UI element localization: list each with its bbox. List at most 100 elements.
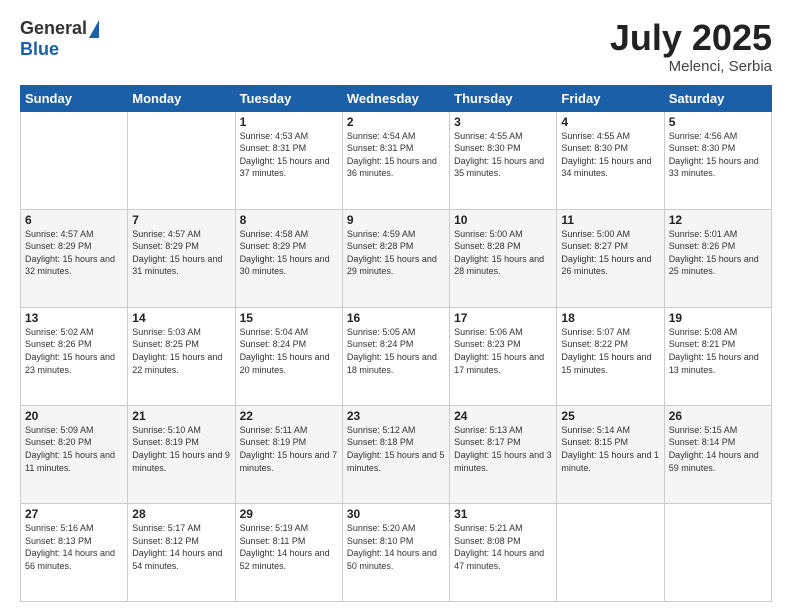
col-thursday: Thursday (450, 85, 557, 111)
table-row: 6 Sunrise: 4:57 AMSunset: 8:29 PMDaylight… (21, 209, 128, 307)
table-row: 13 Sunrise: 5:02 AMSunset: 8:26 PMDayligh… (21, 307, 128, 405)
day-info: Sunrise: 5:12 AMSunset: 8:18 PMDaylight:… (347, 425, 445, 473)
day-number: 13 (25, 311, 123, 325)
day-number: 14 (132, 311, 230, 325)
day-info: Sunrise: 4:53 AMSunset: 8:31 PMDaylight:… (240, 131, 330, 179)
table-row (128, 111, 235, 209)
logo-blue: Blue (20, 39, 59, 60)
table-row: 10 Sunrise: 5:00 AMSunset: 8:28 PMDayligh… (450, 209, 557, 307)
day-number: 31 (454, 507, 552, 521)
table-row: 5 Sunrise: 4:56 AMSunset: 8:30 PMDaylight… (664, 111, 771, 209)
day-number: 20 (25, 409, 123, 423)
day-number: 16 (347, 311, 445, 325)
calendar: Sunday Monday Tuesday Wednesday Thursday… (20, 85, 772, 602)
header: General Blue July 2025 Melenci, Serbia (20, 18, 772, 75)
table-row (664, 503, 771, 601)
day-info: Sunrise: 5:01 AMSunset: 8:26 PMDaylight:… (669, 229, 759, 277)
logo-general: General (20, 18, 87, 39)
day-number: 27 (25, 507, 123, 521)
table-row (557, 503, 664, 601)
day-number: 18 (561, 311, 659, 325)
table-row: 14 Sunrise: 5:03 AMSunset: 8:25 PMDayligh… (128, 307, 235, 405)
day-info: Sunrise: 5:20 AMSunset: 8:10 PMDaylight:… (347, 523, 437, 571)
table-row: 1 Sunrise: 4:53 AMSunset: 8:31 PMDaylight… (235, 111, 342, 209)
day-number: 26 (669, 409, 767, 423)
table-row: 30 Sunrise: 5:20 AMSunset: 8:10 PMDayligh… (342, 503, 449, 601)
day-info: Sunrise: 5:00 AMSunset: 8:28 PMDaylight:… (454, 229, 544, 277)
table-row: 23 Sunrise: 5:12 AMSunset: 8:18 PMDayligh… (342, 405, 449, 503)
day-number: 4 (561, 115, 659, 129)
day-number: 7 (132, 213, 230, 227)
table-row: 26 Sunrise: 5:15 AMSunset: 8:14 PMDayligh… (664, 405, 771, 503)
month-title: July 2025 (610, 18, 772, 58)
calendar-week-row: 27 Sunrise: 5:16 AMSunset: 8:13 PMDayligh… (21, 503, 772, 601)
day-number: 12 (669, 213, 767, 227)
day-info: Sunrise: 5:09 AMSunset: 8:20 PMDaylight:… (25, 425, 115, 473)
day-number: 1 (240, 115, 338, 129)
day-info: Sunrise: 5:13 AMSunset: 8:17 PMDaylight:… (454, 425, 552, 473)
day-info: Sunrise: 5:21 AMSunset: 8:08 PMDaylight:… (454, 523, 544, 571)
day-number: 2 (347, 115, 445, 129)
logo-text: General (20, 18, 99, 39)
col-wednesday: Wednesday (342, 85, 449, 111)
title-area: July 2025 Melenci, Serbia (610, 18, 772, 75)
day-info: Sunrise: 5:11 AMSunset: 8:19 PMDaylight:… (240, 425, 338, 473)
day-number: 29 (240, 507, 338, 521)
day-number: 30 (347, 507, 445, 521)
table-row: 16 Sunrise: 5:05 AMSunset: 8:24 PMDayligh… (342, 307, 449, 405)
day-number: 5 (669, 115, 767, 129)
day-info: Sunrise: 5:04 AMSunset: 8:24 PMDaylight:… (240, 327, 330, 375)
table-row: 28Sunrise: 5:17 AMSunset: 8:12 PMDayligh… (128, 503, 235, 601)
day-info: Sunrise: 4:57 AMSunset: 8:29 PMDaylight:… (25, 229, 115, 277)
day-info: Sunrise: 5:06 AMSunset: 8:23 PMDaylight:… (454, 327, 544, 375)
table-row: 22 Sunrise: 5:11 AMSunset: 8:19 PMDayligh… (235, 405, 342, 503)
table-row: 12 Sunrise: 5:01 AMSunset: 8:26 PMDayligh… (664, 209, 771, 307)
day-number: 17 (454, 311, 552, 325)
day-info: Sunrise: 4:57 AMSunset: 8:29 PMDaylight:… (132, 229, 222, 277)
table-row: 29 Sunrise: 5:19 AMSunset: 8:11 PMDayligh… (235, 503, 342, 601)
calendar-week-row: 6 Sunrise: 4:57 AMSunset: 8:29 PMDaylight… (21, 209, 772, 307)
day-info: Sunrise: 5:15 AMSunset: 8:14 PMDaylight:… (669, 425, 759, 473)
day-number: 11 (561, 213, 659, 227)
table-row: 17 Sunrise: 5:06 AMSunset: 8:23 PMDayligh… (450, 307, 557, 405)
table-row: 8Sunrise: 4:58 AMSunset: 8:29 PMDaylight… (235, 209, 342, 307)
day-number: 9 (347, 213, 445, 227)
col-saturday: Saturday (664, 85, 771, 111)
table-row: 9 Sunrise: 4:59 AMSunset: 8:28 PMDaylight… (342, 209, 449, 307)
day-info: Sunrise: 4:54 AMSunset: 8:31 PMDaylight:… (347, 131, 437, 179)
day-number: 6 (25, 213, 123, 227)
day-number: 25 (561, 409, 659, 423)
page: General Blue July 2025 Melenci, Serbia S… (0, 0, 792, 612)
table-row: 15Sunrise: 5:04 AMSunset: 8:24 PMDayligh… (235, 307, 342, 405)
day-info: Sunrise: 4:55 AMSunset: 8:30 PMDaylight:… (454, 131, 544, 179)
day-info: Sunrise: 5:05 AMSunset: 8:24 PMDaylight:… (347, 327, 437, 375)
day-info: Sunrise: 4:56 AMSunset: 8:30 PMDaylight:… (669, 131, 759, 179)
table-row: 20 Sunrise: 5:09 AMSunset: 8:20 PMDayligh… (21, 405, 128, 503)
day-number: 8 (240, 213, 338, 227)
table-row: 24Sunrise: 5:13 AMSunset: 8:17 PMDayligh… (450, 405, 557, 503)
day-info: Sunrise: 5:02 AMSunset: 8:26 PMDaylight:… (25, 327, 115, 375)
calendar-week-row: 1 Sunrise: 4:53 AMSunset: 8:31 PMDaylight… (21, 111, 772, 209)
table-row: 4Sunrise: 4:55 AMSunset: 8:30 PMDaylight… (557, 111, 664, 209)
table-row: 19Sunrise: 5:08 AMSunset: 8:21 PMDayligh… (664, 307, 771, 405)
day-info: Sunrise: 5:16 AMSunset: 8:13 PMDaylight:… (25, 523, 115, 571)
day-info: Sunrise: 5:03 AMSunset: 8:25 PMDaylight:… (132, 327, 222, 375)
calendar-week-row: 13 Sunrise: 5:02 AMSunset: 8:26 PMDayligh… (21, 307, 772, 405)
day-number: 23 (347, 409, 445, 423)
day-info: Sunrise: 4:59 AMSunset: 8:28 PMDaylight:… (347, 229, 437, 277)
day-number: 19 (669, 311, 767, 325)
table-row: 11Sunrise: 5:00 AMSunset: 8:27 PMDayligh… (557, 209, 664, 307)
day-number: 10 (454, 213, 552, 227)
col-friday: Friday (557, 85, 664, 111)
table-row (21, 111, 128, 209)
table-row: 18Sunrise: 5:07 AMSunset: 8:22 PMDayligh… (557, 307, 664, 405)
day-number: 28 (132, 507, 230, 521)
day-number: 22 (240, 409, 338, 423)
col-sunday: Sunday (21, 85, 128, 111)
table-row: 3Sunrise: 4:55 AMSunset: 8:30 PMDaylight… (450, 111, 557, 209)
table-row: 25Sunrise: 5:14 AMSunset: 8:15 PMDayligh… (557, 405, 664, 503)
location: Melenci, Serbia (610, 58, 772, 75)
table-row: 27 Sunrise: 5:16 AMSunset: 8:13 PMDayligh… (21, 503, 128, 601)
table-row: 2 Sunrise: 4:54 AMSunset: 8:31 PMDaylight… (342, 111, 449, 209)
day-info: Sunrise: 5:19 AMSunset: 8:11 PMDaylight:… (240, 523, 330, 571)
